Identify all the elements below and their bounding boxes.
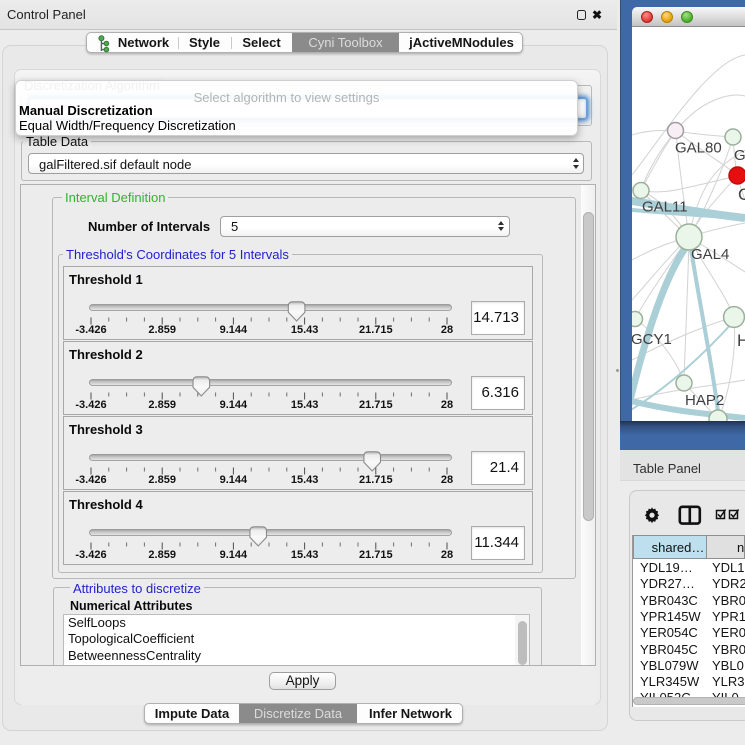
svg-text:21.715: 21.715 [359, 399, 393, 411]
svg-text:9.144: 9.144 [220, 324, 248, 336]
svg-text:15.43: 15.43 [291, 474, 319, 486]
svg-text:9.144: 9.144 [220, 474, 248, 486]
svg-text:2.859: 2.859 [148, 474, 176, 486]
svg-text:15.43: 15.43 [291, 549, 319, 561]
svg-text:H: H [737, 331, 745, 350]
svg-text:15.43: 15.43 [291, 324, 319, 336]
svg-text:28: 28 [441, 549, 453, 561]
svg-text:GAL4: GAL4 [691, 246, 729, 263]
svg-text:GAL80: GAL80 [675, 140, 722, 157]
svg-text:GCY1: GCY1 [632, 331, 672, 348]
svg-text:28: 28 [441, 324, 453, 336]
svg-text:-3.426: -3.426 [75, 324, 106, 336]
svg-text:28: 28 [441, 399, 453, 411]
svg-text:-3.426: -3.426 [75, 549, 106, 561]
svg-text:C: C [738, 185, 745, 204]
svg-text:2.859: 2.859 [148, 399, 176, 411]
svg-text:2.859: 2.859 [148, 549, 176, 561]
svg-text:GAL11: GAL11 [642, 199, 688, 216]
svg-text:-3.426: -3.426 [75, 474, 106, 486]
svg-text:9.144: 9.144 [220, 399, 248, 411]
svg-text:21.715: 21.715 [359, 324, 393, 336]
svg-text:21.715: 21.715 [359, 549, 393, 561]
svg-text:GA: GA [734, 147, 745, 164]
svg-text:28: 28 [441, 474, 453, 486]
svg-text:21.715: 21.715 [359, 474, 393, 486]
svg-text:-3.426: -3.426 [75, 399, 106, 411]
svg-text:2.859: 2.859 [148, 324, 176, 336]
svg-text:HAP2: HAP2 [685, 392, 724, 409]
svg-text:15.43: 15.43 [291, 399, 319, 411]
svg-text:9.144: 9.144 [220, 549, 248, 561]
